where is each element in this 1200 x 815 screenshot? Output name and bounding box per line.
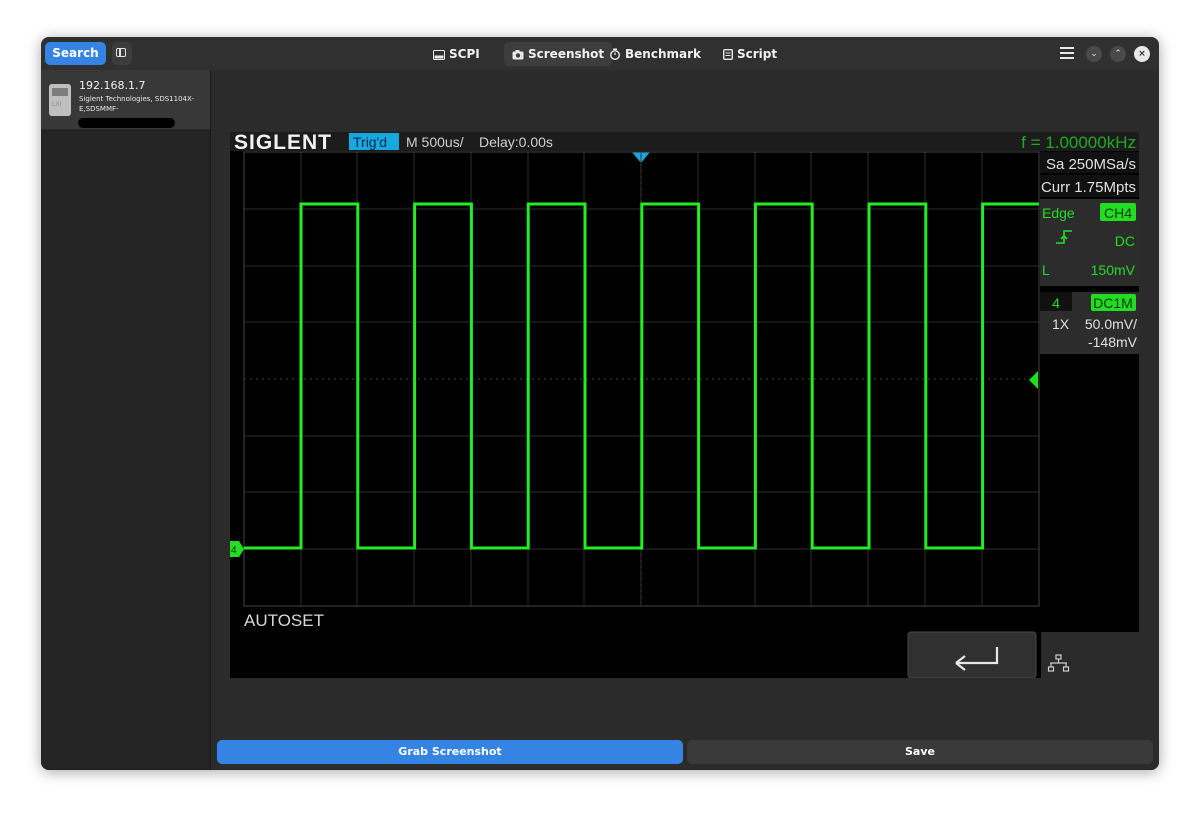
trigger-source: CH4 — [1104, 205, 1132, 221]
tab-benchmark[interactable]: Benchmark — [601, 42, 709, 66]
scope-display: SIGLENT Trig'd M 500us/ Delay:0.00s f = … — [230, 132, 1139, 678]
waveform-trace — [244, 202, 1039, 550]
channel-number: 4 — [1052, 295, 1060, 311]
sidebar: LXI 192.168.1.7 Siglent Technologies, SD… — [41, 70, 211, 770]
tab-benchmark-label: Benchmark — [625, 47, 701, 61]
trigger-coupling: DC — [1115, 233, 1135, 249]
camera-icon — [512, 50, 524, 60]
save-button[interactable]: Save — [687, 740, 1153, 764]
siglent-logo: SIGLENT — [234, 132, 332, 154]
timebase: M 500us/ — [406, 134, 464, 150]
device-ip: 192.168.1.7 — [79, 79, 146, 92]
sidebar-icon — [116, 48, 126, 57]
tab-screenshot[interactable]: Screenshot — [504, 42, 613, 66]
scope-network-button — [1041, 632, 1139, 678]
channel-offset: -148mV — [1088, 334, 1138, 350]
app-window: Search SCPI Screenshot Benchmark Script … — [41, 37, 1159, 770]
memory-depth: Curr 1.75Mpts — [1041, 179, 1136, 196]
tab-script-label: Script — [737, 47, 778, 61]
channel-panel: 4 DC1M 1X 50.0mV/ -148mV — [1040, 292, 1139, 354]
instrument-icon: LXI — [49, 84, 71, 116]
volts-per-div: 50.0mV/ — [1085, 316, 1137, 332]
frequency-counter: f = 1.00000kHz — [1021, 133, 1136, 152]
tab-scpi-label: SCPI — [449, 47, 480, 61]
redaction-mark — [78, 118, 175, 128]
channel-marker-label: 4 — [231, 545, 237, 556]
autoset-message: AUTOSET — [244, 611, 324, 630]
tab-screenshot-label: Screenshot — [528, 47, 605, 61]
trigger-level-label: L — [1042, 262, 1050, 278]
document-icon — [722, 48, 734, 61]
menu-icon[interactable] — [1060, 47, 1074, 59]
scope-back-button — [907, 631, 1037, 678]
terminal-icon — [433, 50, 445, 60]
main-content: SIGLENT Trig'd M 500us/ Delay:0.00s f = … — [211, 70, 1159, 770]
sidebar-toggle-button[interactable] — [112, 42, 132, 65]
header-bar: Search SCPI Screenshot Benchmark Script … — [41, 37, 1159, 70]
close-icon[interactable]: × — [1134, 46, 1150, 62]
oscilloscope-screenshot: SIGLENT Trig'd M 500us/ Delay:0.00s f = … — [230, 132, 1139, 678]
grab-screenshot-button[interactable]: Grab Screenshot — [217, 740, 683, 764]
tab-scpi[interactable]: SCPI — [425, 42, 488, 66]
probe-attenuation: 1X — [1052, 316, 1070, 332]
trigger-panel: Sa 250MSa/s Curr 1.75Mpts Edge CH4 DC L … — [1040, 152, 1139, 286]
square-wave-path — [244, 202, 1039, 550]
tab-script[interactable]: Script — [715, 42, 785, 66]
channel-coupling: DC1M — [1093, 295, 1133, 311]
sample-rate: Sa 250MSa/s — [1046, 156, 1136, 173]
trigger-type: Edge — [1042, 205, 1075, 221]
trigger-delay: Delay:0.00s — [479, 134, 553, 150]
device-list-item[interactable]: LXI 192.168.1.7 Siglent Technologies, SD… — [41, 70, 210, 129]
trigger-level-marker — [1029, 371, 1038, 389]
search-button[interactable]: Search — [45, 42, 106, 65]
device-description: Siglent Technologies, SDS1104X-E,SDSMMF- — [79, 95, 194, 113]
minimize-icon[interactable]: ⌄ — [1086, 46, 1102, 62]
trigger-level: 150mV — [1091, 262, 1136, 278]
maximize-icon[interactable]: ⌃ — [1110, 46, 1126, 62]
stopwatch-icon — [609, 48, 621, 61]
trigger-status: Trig'd — [353, 134, 387, 150]
